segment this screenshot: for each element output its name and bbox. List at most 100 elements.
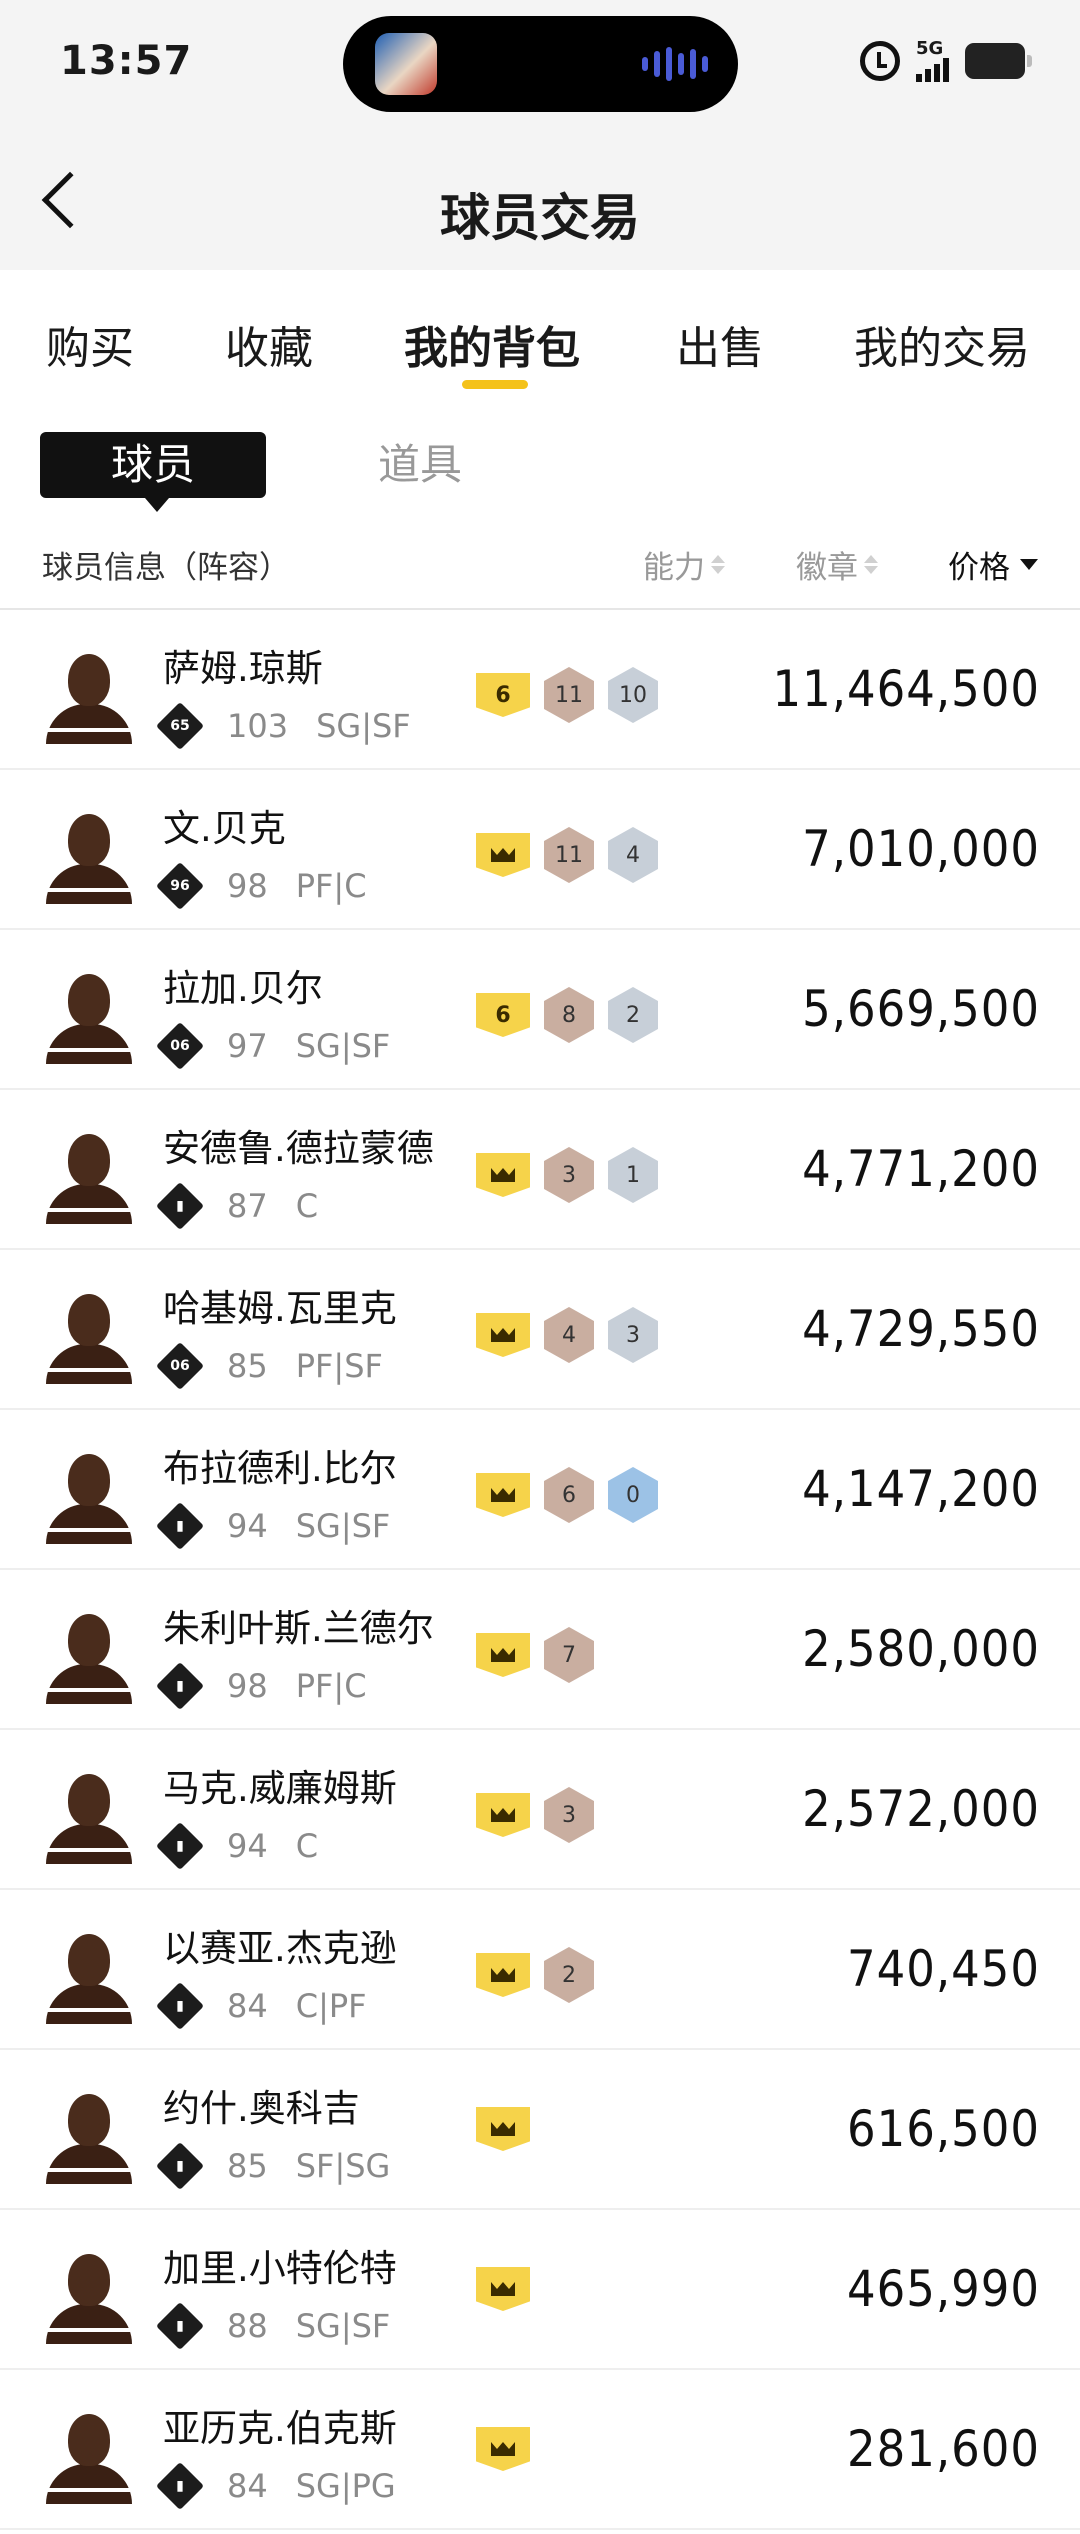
player-position: C [295,1187,319,1225]
bronze-badge-count: 4 [544,1307,594,1363]
bronze-badge-count: 6 [544,1467,594,1523]
now-playing-artwork[interactable] [375,33,437,95]
player-meta: ▮ 84 SG|PG [155,2461,396,2511]
alarm-icon [860,41,900,81]
crown-icon [476,1793,530,1837]
player-avatar [40,808,136,904]
segment-players[interactable]: 球员 [40,432,266,512]
player-row[interactable]: 萨姆.琼斯 65 103 SG|SF 6 11 10 11,464,500 [0,610,1080,770]
silver-badge-count: 1 [608,1147,658,1203]
player-row[interactable]: 文.贝克 96 98 PF|C 11 4 7,010,000 [0,770,1080,930]
player-meta: ▮ 94 SG|SF [155,1501,390,1551]
player-position: SG|SF [295,2307,391,2345]
sort-price[interactable]: 价格 [948,542,1038,587]
tab-sell[interactable]: 出售 [676,312,764,376]
player-row[interactable]: 马克.威廉姆斯 ▮ 94 C 3 2,572,000 [0,1730,1080,1890]
dynamic-island[interactable] [343,16,738,112]
tier-bars-icon: ▮ [176,2158,184,2174]
silver-badge-count: 0 [608,1467,658,1523]
player-ovr: 94 [227,1827,268,1865]
tier-icon: ▮ [155,1181,205,1231]
player-price: 740,450 [847,1940,1040,1998]
tier-icon: ▮ [155,2141,205,2191]
player-meta: ▮ 87 C [155,1181,319,1231]
player-meta: 65 103 SG|SF [155,701,411,751]
player-avatar [40,1768,136,1864]
tier-bars-icon: ▮ [176,1198,184,1214]
silver-badge-count: 4 [608,827,658,883]
sort-down-icon [1020,559,1038,570]
player-name: 马克.威廉姆斯 [163,1767,397,1810]
player-name: 萨姆.琼斯 [163,647,323,690]
badge-group [476,2267,530,2311]
player-position: SG|SF [316,707,411,745]
player-meta: ▮ 98 PF|C [155,1661,367,1711]
crown-icon [476,833,530,877]
player-ovr: 103 [227,707,289,745]
player-position: SG|SF [295,1027,391,1065]
player-ovr: 94 [227,1507,268,1545]
battery-icon [965,43,1032,79]
active-tab-indicator [462,380,528,389]
bronze-badge-count: 7 [544,1627,594,1683]
tier-icon: ▮ [155,2461,205,2511]
badge-group: 7 [476,1627,594,1683]
player-row[interactable]: 朱利叶斯.兰德尔 ▮ 98 PF|C 7 2,580,000 [0,1570,1080,1730]
tab-buy[interactable]: 购买 [46,312,134,376]
badge-group: 43 [476,1307,658,1363]
player-ovr: 84 [227,2467,268,2505]
tab-favorites[interactable]: 收藏 [225,312,313,376]
tab-my-backpack[interactable]: 我的背包 [404,312,580,376]
player-position: SG|PG [295,2467,396,2505]
player-avatar [40,2088,136,2184]
badge-group: 3 [476,1787,594,1843]
player-row[interactable]: 安德鲁.德拉蒙德 ▮ 87 C 31 4,771,200 [0,1090,1080,1250]
bronze-badge-count: 11 [544,827,594,883]
tier-bars-icon: ▮ [176,1518,184,1534]
player-row[interactable]: 布拉德利.比尔 ▮ 94 SG|SF 60 4,147,200 [0,1410,1080,1570]
player-ovr: 85 [227,2147,268,2185]
tier-icon: ▮ [155,2301,205,2351]
player-row[interactable]: 亚历克.伯克斯 ▮ 84 SG|PG 281,600 [0,2370,1080,2530]
badge-group: 31 [476,1147,658,1203]
player-row[interactable]: 约什.奥科吉 ▮ 85 SF|SG 616,500 [0,2050,1080,2210]
sort-ability-label: 能力 [643,550,705,586]
crown-icon [476,1313,530,1357]
tab-my-trades[interactable]: 我的交易 [854,312,1030,376]
level-badge: 6 [476,673,530,717]
tier-bars-icon: ▮ [176,1998,184,2014]
player-position: PF|SF [295,1347,383,1385]
player-position: PF|C [295,867,367,905]
player-avatar [40,1288,136,1384]
tier-icon: ▮ [155,1981,205,2031]
player-avatar [40,1928,136,2024]
badge-group: 11 4 [476,827,658,883]
player-avatar [40,2408,136,2504]
player-row[interactable]: 以赛亚.杰克逊 ▮ 84 C|PF 2 740,450 [0,1890,1080,2050]
segment-items[interactable]: 道具 [378,432,462,498]
player-price: 2,572,000 [802,1780,1040,1838]
sort-ability[interactable]: 能力 [643,542,725,587]
player-list: 萨姆.琼斯 65 103 SG|SF 6 11 10 11,464,500 文.贝克… [0,610,1080,2530]
page-title: 球员交易 [440,189,640,247]
player-row[interactable]: 拉加.贝尔 06 97 SG|SF 682 5,669,500 [0,930,1080,1090]
player-price: 281,600 [847,2420,1040,2478]
sort-badge[interactable]: 徽章 [796,542,878,587]
tier-icon: ▮ [155,1821,205,1871]
player-avatar [40,1448,136,1544]
player-position: PF|C [295,1667,367,1705]
player-row[interactable]: 哈基姆.瓦里克 06 85 PF|SF 43 4,729,550 [0,1250,1080,1410]
tier-icon: ▮ [155,1661,205,1711]
player-name: 朱利叶斯.兰德尔 [163,1607,434,1650]
tier-icon: ▮ [155,1501,205,1551]
badge-group: 60 [476,1467,658,1523]
status-time: 13:57 [60,38,193,84]
player-name: 以赛亚.杰克逊 [163,1927,397,1970]
status-icons: 5G [860,40,1032,82]
player-ovr: 98 [227,867,268,905]
player-price: 4,147,200 [802,1460,1040,1518]
player-row[interactable]: 加里.小特伦特 ▮ 88 SG|SF 465,990 [0,2210,1080,2370]
bronze-badge-count: 11 [544,667,594,723]
tier-bars-icon: ▮ [176,2318,184,2334]
player-price: 5,669,500 [802,980,1040,1038]
